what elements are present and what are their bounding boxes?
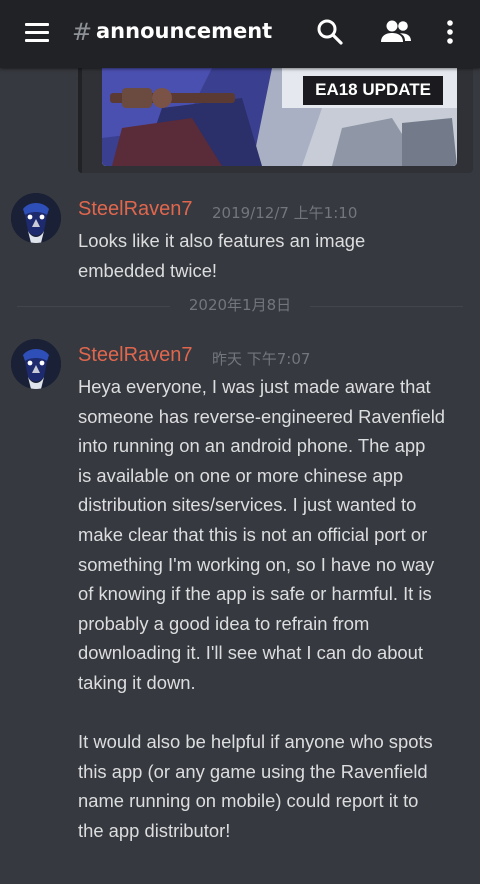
channel-hash-icon: # (72, 18, 93, 46)
message-text: Looks like it also features an image emb… (78, 230, 366, 281)
message-text: Heya everyone, I was just made aware tha… (78, 376, 446, 841)
members-icon[interactable] (378, 16, 414, 48)
embed-image[interactable]: EA18 UPDATE (102, 68, 457, 166)
message-timestamp: 昨天 下午7:07 (212, 350, 311, 368)
avatar[interactable] (11, 339, 61, 389)
message-author[interactable]: SteelRaven7 (78, 198, 193, 221)
more-vertical-icon[interactable] (436, 16, 464, 48)
menu-icon[interactable] (22, 20, 52, 46)
avatar[interactable] (11, 193, 61, 243)
embed-banner-text: EA18 UPDATE (303, 76, 443, 105)
date-divider: 2020年1月8日 (170, 294, 310, 315)
link-embed: EA18 UPDATE (78, 68, 473, 173)
channel-name: announcement (96, 19, 273, 43)
search-icon[interactable] (314, 16, 346, 48)
message-author[interactable]: SteelRaven7 (78, 344, 193, 367)
message-timestamp: 2019/12/7 上午1:10 (212, 204, 358, 222)
top-app-bar: # announcement (0, 0, 480, 68)
message-list[interactable]: EA18 UPDATE SteelRaven7 2019/12/7 上午1:10… (0, 68, 480, 884)
